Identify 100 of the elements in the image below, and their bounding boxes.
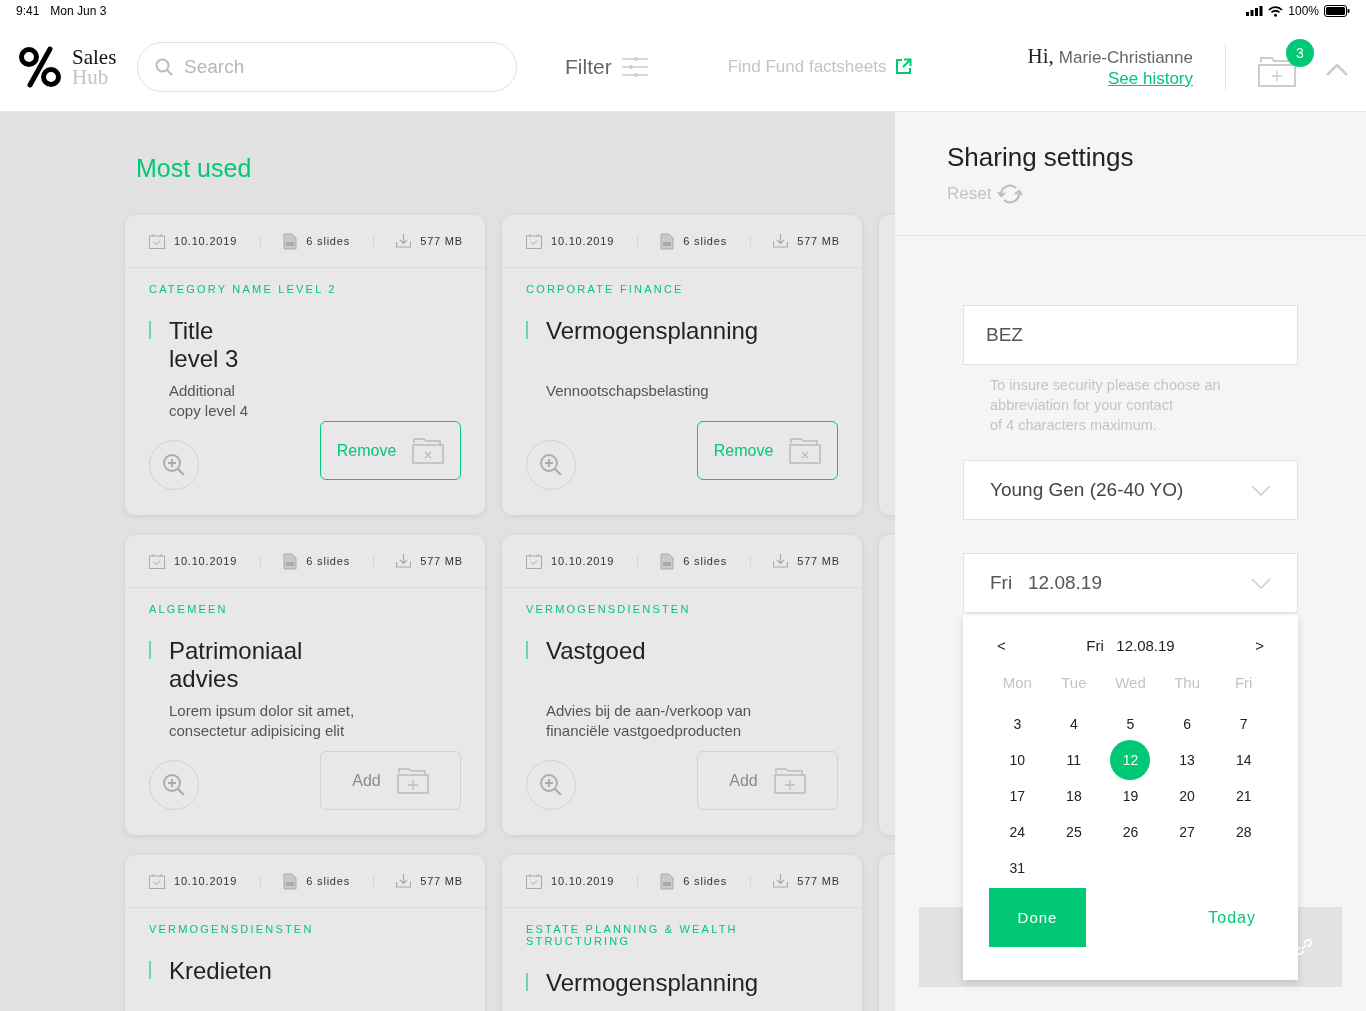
- slides-count: 6 slides: [306, 555, 350, 567]
- document-card[interactable]: 10.10.2019 6 slides 577 MB VERMOGENSDIENSTEN Vastgoed Advies bij de aan-/verkoop van financiële vastgoedproducten Add: [502, 535, 862, 835]
- card-title: Patrimoniaal advies: [169, 637, 303, 693]
- date-text: 10.10.2019: [551, 555, 615, 567]
- document-card[interactable]: 10.10.2019 6 slides 577 MB ALGEMEEN Patrimoniaal advies Lorem ipsum dolor sit amet, consectetur adipisicing elit Add: [125, 535, 485, 835]
- calendar-day[interactable]: 24: [997, 816, 1038, 848]
- section-title: Most used: [136, 154, 253, 183]
- pdf-file-icon: [660, 872, 675, 890]
- calendar-day[interactable]: 27: [1167, 816, 1208, 848]
- calendar-date: Fri 12.08.19: [1086, 637, 1175, 654]
- zoom-in-icon: [162, 453, 186, 477]
- zoom-button[interactable]: [149, 440, 199, 490]
- download-icon: [773, 874, 789, 888]
- pdf-file-icon: [660, 232, 675, 250]
- document-card[interactable]: 10.10.2019 6 slides 577 MB CORPORATE FINANCE Vermogensplanning Vennootschapsbelasting Remove: [502, 215, 862, 515]
- accent-bar: [526, 973, 528, 991]
- filter-button[interactable]: Filter: [565, 54, 648, 79]
- zoom-in-icon: [162, 773, 186, 797]
- card-title: Vermogensplanning: [546, 969, 759, 998]
- calendar-day[interactable]: 19: [1110, 780, 1151, 812]
- calendar-day[interactable]: 10: [997, 744, 1038, 776]
- calendar-day[interactable]: 31: [997, 852, 1038, 884]
- slides-count: 6 slides: [683, 235, 727, 247]
- external-link-icon: [895, 58, 913, 75]
- folder-plus-icon: [1258, 54, 1296, 87]
- download-icon: [396, 234, 412, 248]
- download-icon: [396, 554, 412, 568]
- category-label: ESTATE PLANNING & WEALTH STRUCTURING: [526, 923, 739, 947]
- logo-text: Sales: [72, 46, 117, 67]
- chevron-down-icon: [1251, 577, 1271, 589]
- date-text: 10.10.2019: [174, 555, 238, 567]
- status-date: Mon Jun 3: [50, 4, 107, 18]
- category-label: ALGEMEEN: [149, 603, 229, 615]
- greeting-text: Hi,: [1027, 44, 1054, 69]
- zoom-button[interactable]: [526, 440, 576, 490]
- slides-count: 6 slides: [683, 875, 727, 887]
- card-description: Lorem ipsum dolor sit amet, consectetur adipisicing elit: [169, 701, 356, 741]
- calendar-icon: [526, 873, 542, 889]
- calendar-day[interactable]: 18: [1053, 780, 1094, 812]
- pdf-file-icon: [283, 232, 298, 250]
- slides-count: 6 slides: [683, 555, 727, 567]
- document-card[interactable]: 10.10.2019 6 slides 577 MB ESTATE PLANNING & WEALTH STRUCTURING Vermogensplanning: [502, 855, 862, 1011]
- file-size: 577 MB: [420, 555, 463, 567]
- calendar-day[interactable]: 28: [1223, 816, 1264, 848]
- card-description: Vennootschapsbelasting: [546, 381, 710, 401]
- accent-bar: [149, 641, 151, 659]
- calendar-day[interactable]: 7: [1223, 708, 1264, 740]
- folder-button[interactable]: [1258, 54, 1296, 87]
- document-card[interactable]: 10.10.2019 6 slides 577 MB VERMOGENSDIENSTEN Kredieten: [125, 855, 485, 1011]
- calendar-day[interactable]: 20: [1167, 780, 1208, 812]
- date-dropdown[interactable]: Fri 12.08.19: [963, 553, 1298, 613]
- weekday-label: Thu: [1173, 674, 1201, 693]
- slides-count: 6 slides: [306, 875, 350, 887]
- weekday-label: Tue: [1060, 674, 1088, 693]
- accent-bar: [149, 321, 151, 339]
- folder-add-icon: [396, 767, 429, 794]
- calendar-day[interactable]: 11: [1053, 744, 1094, 776]
- count-badge: 3: [1286, 38, 1314, 67]
- refresh-icon: [997, 183, 1024, 205]
- calendar-day[interactable]: 26: [1110, 816, 1151, 848]
- battery-icon: [1324, 5, 1350, 17]
- user-name: Marie-Christianne: [1058, 48, 1193, 68]
- calendar-day[interactable]: 13: [1167, 744, 1208, 776]
- abbreviation-field[interactable]: BEZ: [963, 305, 1298, 365]
- zoom-button[interactable]: [149, 760, 199, 810]
- date-text: 10.10.2019: [174, 235, 238, 247]
- calendar-day[interactable]: 6: [1167, 708, 1208, 740]
- weekday-label: Wed: [1114, 674, 1147, 693]
- zoom-button[interactable]: [526, 760, 576, 810]
- segment-dropdown[interactable]: Young Gen (26-40 YO): [963, 460, 1298, 520]
- calendar-day[interactable]: 17: [997, 780, 1038, 812]
- weekday-label: Fri: [1233, 674, 1254, 693]
- file-size: 577 MB: [797, 875, 840, 887]
- calendar-icon: [149, 553, 165, 569]
- chevron-up-icon[interactable]: [1326, 63, 1348, 76]
- calendar-day[interactable]: 5: [1110, 708, 1151, 740]
- document-card[interactable]: 10.10.2019 6 slides 577 MB CATEGORY NAME LEVEL 2 Title level 3 Additional copy level 4 Remove: [125, 215, 485, 515]
- filter-icon: [621, 55, 648, 78]
- percent-logo-icon: [18, 44, 62, 89]
- zoom-in-icon: [539, 773, 563, 797]
- calendar-day[interactable]: 3: [997, 708, 1038, 740]
- previous-month-button[interactable]: <: [989, 637, 1014, 654]
- calendar-day[interactable]: 14: [1223, 744, 1264, 776]
- category-label: VERMOGENSDIENSTEN: [526, 603, 692, 615]
- date-text: 10.10.2019: [174, 875, 238, 887]
- date-text: 10.10.2019: [551, 875, 615, 887]
- next-month-button[interactable]: >: [1247, 637, 1272, 654]
- accent-bar: [149, 961, 151, 979]
- folder-add-icon: [773, 767, 806, 794]
- calendar-day[interactable]: 25: [1053, 816, 1094, 848]
- card-title: Kredieten: [169, 957, 272, 986]
- calendar-day[interactable]: 4: [1053, 708, 1094, 740]
- logo-subtext: Hub: [72, 66, 110, 87]
- calendar-day[interactable]: 21: [1223, 780, 1264, 812]
- search-icon: [155, 57, 173, 76]
- calendar-icon: [149, 233, 165, 249]
- category-label: CORPORATE FINANCE: [526, 283, 685, 295]
- card-description: Additional copy level 4: [169, 381, 250, 421]
- search-field[interactable]: Search: [137, 41, 517, 92]
- card-title: Vermogensplanning: [546, 317, 759, 346]
